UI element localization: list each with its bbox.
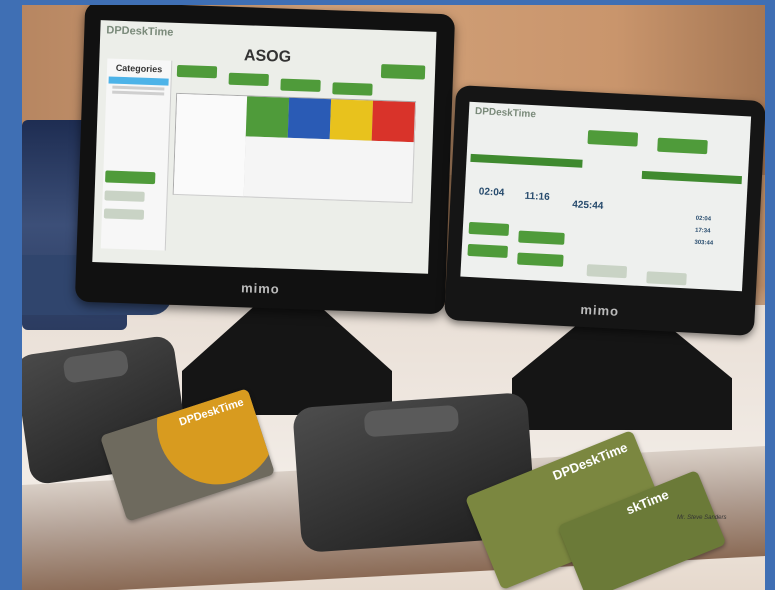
- monitor-brand: mimo: [240, 280, 281, 297]
- screen-button[interactable]: [176, 64, 218, 79]
- categories-panel: Categories: [100, 58, 173, 251]
- section-bar: [470, 153, 583, 168]
- section-bar: [641, 170, 742, 185]
- category-selected[interactable]: [108, 76, 169, 86]
- categories-heading: Categories: [115, 62, 163, 75]
- screen-button[interactable]: [467, 243, 509, 258]
- time-value: 303:44: [694, 239, 714, 247]
- name-caption: Mr. Steve Sanders: [677, 515, 727, 521]
- screen-button-disabled[interactable]: [586, 264, 628, 279]
- screen-button-disabled[interactable]: [103, 208, 145, 220]
- time-value: 02:04: [478, 186, 505, 199]
- screen-button[interactable]: [657, 137, 708, 155]
- time-value: 11:16: [524, 190, 550, 204]
- time-value: 425:44: [571, 199, 604, 212]
- category-item[interactable]: [112, 85, 165, 91]
- monitor-large-screen: DPDeskTime ASOG Categories: [92, 20, 437, 274]
- screen-button[interactable]: [105, 170, 156, 185]
- photo: DPDeskTime ASOG Categories mimo DPDeskTi…: [22, 5, 765, 590]
- screen-button[interactable]: [280, 78, 321, 92]
- time-value: 02:04: [695, 215, 712, 223]
- schedule-grid: [172, 92, 417, 204]
- screen-button[interactable]: [380, 64, 426, 80]
- screen-button-disabled[interactable]: [646, 271, 687, 286]
- screen-logo: DPDeskTime: [474, 106, 537, 121]
- monitor-small: DPDeskTime 02:04 11:16 425:44 02:04 17:3…: [444, 85, 765, 336]
- photo-frame: DPDeskTime ASOG Categories mimo DPDeskTi…: [0, 0, 775, 590]
- screen-button[interactable]: [332, 82, 373, 96]
- time-value: 17:34: [694, 227, 711, 235]
- screen-button[interactable]: [587, 130, 639, 147]
- screen-button-disabled[interactable]: [104, 190, 145, 202]
- screen-logo: DPDeskTime: [106, 24, 174, 39]
- monitor-large: DPDeskTime ASOG Categories mimo: [74, 5, 456, 315]
- monitor-small-screen: DPDeskTime 02:04 11:16 425:44 02:04 17:3…: [460, 101, 752, 292]
- monitor-brand: mimo: [580, 301, 620, 319]
- screen-button[interactable]: [518, 230, 565, 245]
- category-item[interactable]: [112, 90, 165, 96]
- screen-button[interactable]: [468, 221, 510, 236]
- screen-button[interactable]: [228, 72, 269, 87]
- screen-button[interactable]: [517, 252, 564, 267]
